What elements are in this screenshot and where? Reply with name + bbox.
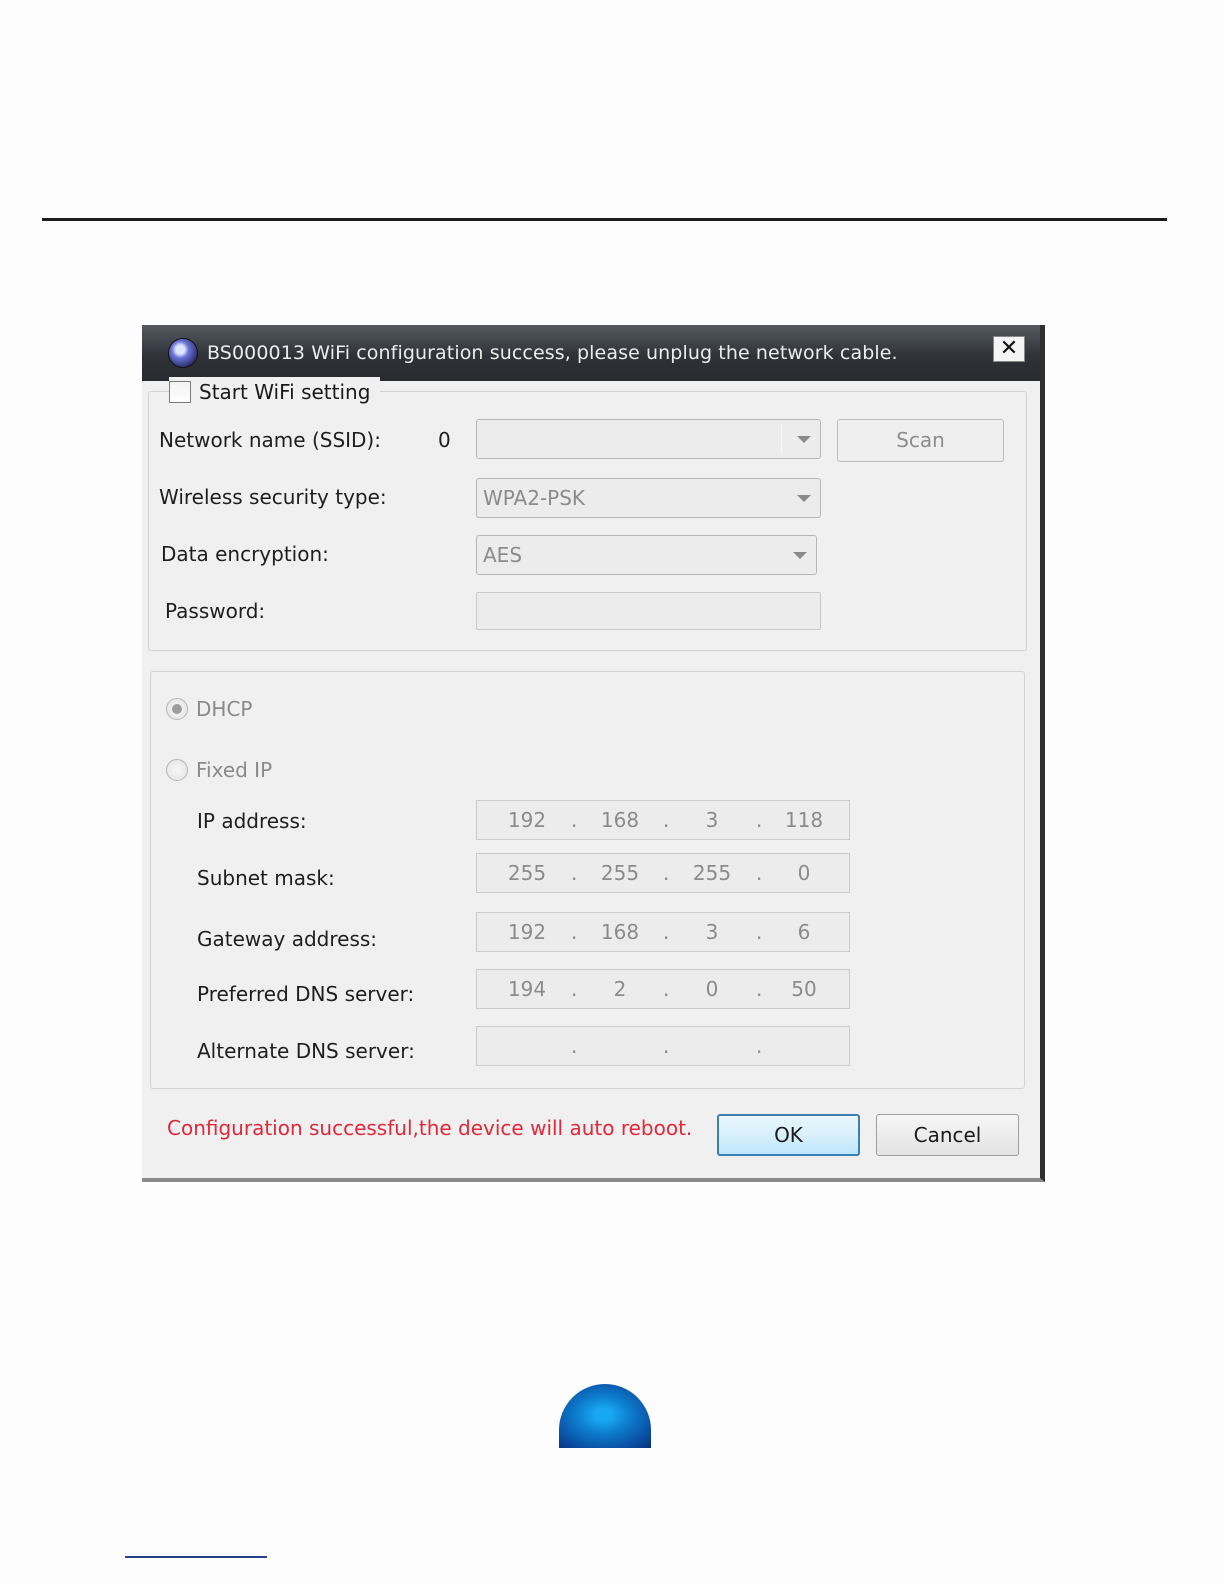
footer-link-underline (125, 1556, 267, 1558)
alternate-dns-field[interactable]: . . . (476, 1026, 850, 1066)
window-title: BS000013 WiFi configuration success, ple… (207, 342, 898, 364)
brand-logo-icon (559, 1384, 651, 1448)
ip-octet-4: 118 (784, 808, 824, 832)
dhcp-radio[interactable] (166, 698, 188, 720)
ssid-label: Network name (SSID): (159, 428, 381, 452)
ip-octet-2: 168 (600, 920, 640, 944)
ip-octet-4: 50 (791, 977, 817, 1001)
encryption-dropdown[interactable]: AES (476, 535, 817, 575)
start-wifi-checkbox[interactable] (169, 381, 191, 403)
ip-octet-2: 255 (600, 861, 640, 885)
cancel-button[interactable]: Cancel (876, 1114, 1019, 1156)
octet-dot: . (663, 1034, 670, 1058)
preferred-dns-label: Preferred DNS server: (197, 982, 415, 1006)
security-type-dropdown[interactable]: WPA2-PSK (476, 478, 821, 518)
ssid-dropdown[interactable] (476, 419, 821, 459)
encryption-label: Data encryption: (161, 542, 329, 566)
ok-button[interactable]: OK (717, 1114, 860, 1156)
chevron-down-icon (793, 552, 807, 559)
status-message: Configuration successful,the device will… (167, 1116, 693, 1140)
password-label: Password: (165, 599, 266, 623)
close-button[interactable]: ✕ (993, 336, 1025, 362)
alternate-dns-label: Alternate DNS server: (197, 1039, 415, 1063)
chevron-down-icon (797, 436, 811, 443)
encryption-value: AES (483, 543, 523, 567)
app-camera-icon (169, 339, 197, 367)
radio-selected-dot (172, 704, 182, 714)
scan-button[interactable]: Scan (837, 419, 1004, 462)
subnet-mask-field[interactable]: 255 . 255 . 255 . 0 (476, 853, 850, 893)
ip-address-field[interactable]: 192 . 168 . 3 . 118 (476, 800, 850, 840)
ip-octet-3: 255 (692, 861, 732, 885)
dropdown-separator (781, 424, 782, 454)
ip-octet-4: 0 (797, 861, 811, 885)
octet-dot: . (756, 1034, 763, 1058)
security-type-label: Wireless security type: (159, 485, 387, 509)
ip-octet-1: 194 (507, 977, 547, 1001)
fixed-ip-radio[interactable] (166, 759, 188, 781)
security-type-value: WPA2-PSK (483, 486, 586, 510)
ip-address-label: IP address: (197, 809, 307, 833)
octet-dot: . (571, 1034, 578, 1058)
ip-octet-1: 255 (507, 861, 547, 885)
password-field[interactable] (476, 592, 821, 630)
start-wifi-toggle[interactable]: Start WiFi setting (169, 377, 381, 407)
ip-octet-3: 0 (705, 977, 719, 1001)
fixed-ip-label: Fixed IP (196, 758, 273, 782)
ip-octet-3: 3 (705, 808, 719, 832)
page-divider (42, 218, 1167, 221)
wifi-config-dialog: BS000013 WiFi configuration success, ple… (142, 325, 1045, 1182)
ip-octet-2: 2 (613, 977, 627, 1001)
gateway-label: Gateway address: (197, 927, 378, 951)
ssid-count: 0 (438, 428, 451, 452)
preferred-dns-field[interactable]: 194 . 2 . 0 . 50 (476, 969, 850, 1009)
ip-octet-3: 3 (705, 920, 719, 944)
subnet-mask-label: Subnet mask: (197, 866, 335, 890)
title-bar: BS000013 WiFi configuration success, ple… (142, 325, 1040, 381)
ip-octet-2: 168 (600, 808, 640, 832)
gateway-field[interactable]: 192 . 168 . 3 . 6 (476, 912, 850, 952)
ip-octet-1: 192 (507, 920, 547, 944)
ip-octet-1: 192 (507, 808, 547, 832)
ip-octet-4: 6 (797, 920, 811, 944)
chevron-down-icon (797, 495, 811, 502)
start-wifi-label: Start WiFi setting (199, 380, 371, 404)
dhcp-label: DHCP (196, 697, 253, 721)
